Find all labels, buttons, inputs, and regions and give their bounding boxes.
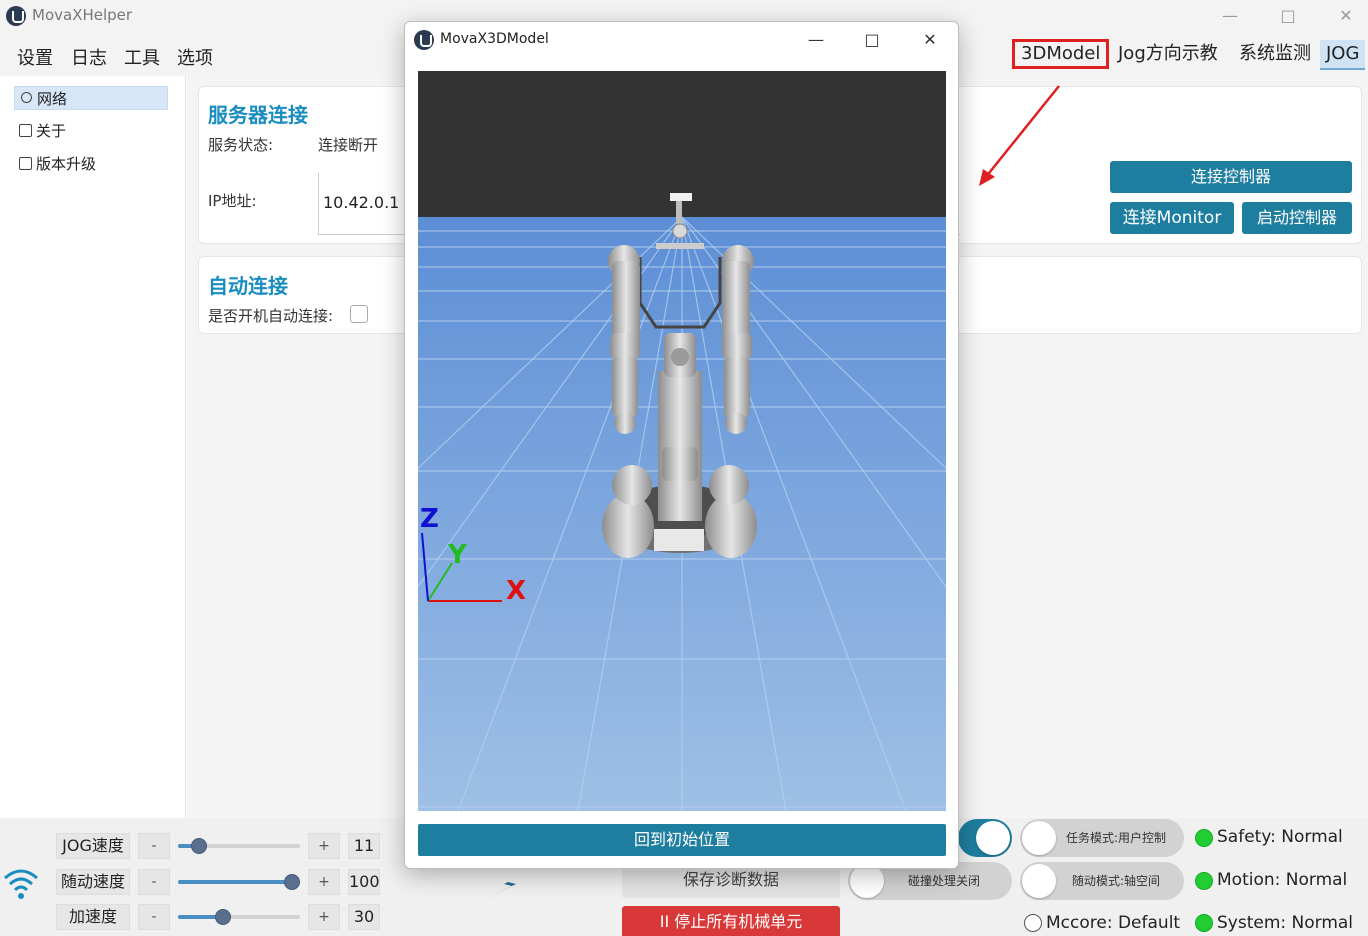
- ip-label: IP地址:: [208, 192, 257, 210]
- left-nav: 网络 关于 版本升级: [0, 76, 186, 818]
- acceleration-increase-button[interactable]: +: [308, 904, 340, 930]
- acceleration-label: 加速度: [56, 904, 130, 930]
- acceleration-decrease-button[interactable]: -: [138, 904, 170, 930]
- app-logo-icon: [6, 6, 26, 26]
- task-mode-label: 任务模式:用户控制: [1066, 831, 1167, 845]
- safety-status: Safety: Normal: [1217, 827, 1343, 847]
- dialog-title: MovaX3DModel: [440, 31, 549, 47]
- collision-label: 碰撞处理关闭: [908, 874, 981, 888]
- toggle-knob: [1022, 864, 1056, 898]
- slider-fill: [178, 880, 292, 884]
- auto-connect-checkbox[interactable]: [350, 305, 368, 323]
- reset-position-button[interactable]: 回到初始位置: [418, 824, 946, 856]
- connect-monitor-button[interactable]: 连接Monitor: [1110, 202, 1234, 234]
- follow-mode-label: 随动模式:轴空间: [1072, 874, 1161, 888]
- nav-item-label: 版本升级: [36, 155, 97, 173]
- follow-mode-toggle[interactable]: 随动模式:轴空间: [1020, 862, 1184, 900]
- axis-z-label: Z: [420, 504, 439, 534]
- 3d-scene: X Y Z: [418, 71, 946, 811]
- motion-status: Motion: Normal: [1217, 870, 1348, 890]
- acceleration-value: 30: [348, 904, 380, 930]
- follow-speed-decrease-button[interactable]: -: [138, 869, 170, 895]
- jog-speed-label: JOG速度: [56, 833, 130, 859]
- mode-toggle[interactable]: [958, 819, 1012, 857]
- toggle-knob: [850, 864, 884, 898]
- nav-item-upgrade[interactable]: 版本升级: [14, 152, 168, 176]
- menu-settings[interactable]: 设置: [17, 44, 53, 70]
- slider-thumb[interactable]: [284, 874, 300, 890]
- system-status: System: Normal: [1217, 913, 1354, 933]
- dialog-logo-icon: [414, 30, 434, 50]
- axis-y-label: Y: [447, 540, 468, 570]
- jog-speed-slider[interactable]: [178, 838, 300, 854]
- minimize-button[interactable]: —: [1210, 2, 1250, 30]
- jog-speed-decrease-button[interactable]: -: [138, 833, 170, 859]
- slider-thumb[interactable]: [191, 838, 208, 854]
- nav-item-label: 关于: [36, 122, 67, 140]
- jog-speed-value: 11: [348, 833, 380, 859]
- wifi-icon: [4, 869, 38, 899]
- connect-controller-button[interactable]: 连接控制器: [1110, 161, 1352, 193]
- axis-x-label: X: [506, 576, 526, 606]
- auto-boot-label: 是否开机自动连接:: [208, 307, 334, 325]
- document-icon: [19, 124, 32, 137]
- acceleration-slider[interactable]: [178, 909, 300, 925]
- start-controller-button[interactable]: 启动控制器: [1242, 202, 1352, 234]
- follow-speed-slider[interactable]: [178, 874, 300, 890]
- lightning-icon: [486, 870, 532, 898]
- 3d-viewport[interactable]: X Y Z: [418, 71, 946, 811]
- toggle-knob: [976, 821, 1010, 855]
- dialog-maximize-button[interactable]: □: [852, 26, 892, 54]
- tab-jog[interactable]: JOG: [1320, 40, 1366, 70]
- nav-item-label: 网络: [37, 90, 68, 108]
- dialog-close-button[interactable]: ✕: [910, 26, 950, 54]
- app-title: MovaXHelper: [32, 6, 133, 24]
- follow-speed-label: 随动速度: [56, 869, 130, 895]
- dialog-minimize-button[interactable]: —: [796, 26, 836, 54]
- follow-speed-increase-button[interactable]: +: [308, 869, 340, 895]
- tab-jog-teach[interactable]: Jog方向示教: [1112, 40, 1224, 70]
- service-status-label: 服务状态:: [208, 136, 274, 154]
- service-status-value: 连接断开: [318, 136, 379, 154]
- 3d-model-dialog: MovaX3DModel — □ ✕ X Y Z 回到初始位置: [404, 21, 959, 869]
- mccore-status: Mccore: Default: [1046, 913, 1181, 933]
- mccore-status-icon: [1024, 914, 1042, 932]
- dialog-titlebar: MovaX3DModel — □ ✕: [405, 22, 958, 58]
- system-status-icon: [1195, 914, 1213, 932]
- menu-log[interactable]: 日志: [71, 44, 107, 70]
- motion-status-icon: [1195, 872, 1213, 890]
- tab-system-monitor[interactable]: 系统监测: [1233, 40, 1317, 70]
- follow-speed-value: 100: [348, 869, 380, 895]
- nav-item-about[interactable]: 关于: [14, 119, 168, 143]
- nav-item-network[interactable]: 网络: [14, 86, 168, 110]
- server-card-title: 服务器连接: [208, 103, 308, 127]
- task-mode-toggle[interactable]: 任务模式:用户控制: [1020, 819, 1184, 857]
- annotation-arrow-icon: [979, 85, 1060, 186]
- jog-speed-increase-button[interactable]: +: [308, 833, 340, 859]
- safety-status-icon: [1195, 829, 1213, 847]
- menu-tools[interactable]: 工具: [124, 44, 160, 70]
- tab-3dmodel[interactable]: 3DModel: [1012, 39, 1110, 69]
- menu-options[interactable]: 选项: [177, 44, 213, 70]
- toggle-knob: [1022, 821, 1056, 855]
- slider-thumb[interactable]: [214, 909, 231, 925]
- maximize-button[interactable]: □: [1268, 2, 1308, 30]
- upgrade-icon: [19, 157, 32, 170]
- globe-icon: [21, 92, 32, 103]
- close-button[interactable]: ✕: [1326, 2, 1366, 30]
- stop-all-units-button[interactable]: II 停止所有机械单元: [622, 906, 840, 936]
- auto-card-title: 自动连接: [208, 274, 288, 298]
